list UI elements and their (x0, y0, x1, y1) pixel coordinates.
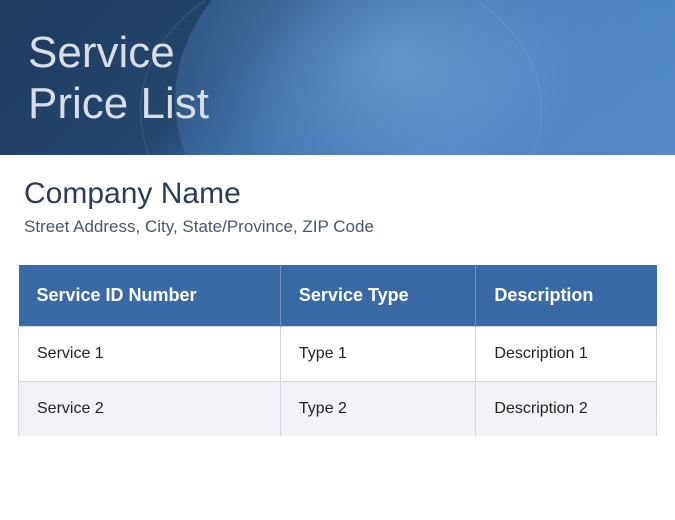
company-name: Company Name (24, 177, 651, 211)
cell-service-id: Service 2 (19, 382, 281, 437)
company-address: Street Address, City, State/Province, ZI… (24, 217, 651, 237)
col-service-id: Service ID Number (19, 265, 281, 327)
company-info: Company Name Street Address, City, State… (0, 155, 675, 265)
title-line-1: Service (28, 28, 209, 79)
title-line-2: Price List (28, 79, 209, 130)
cell-service-id: Service 1 (19, 327, 281, 382)
table-row: Service 1 Type 1 Description 1 (19, 327, 657, 382)
col-service-type: Service Type (280, 265, 476, 327)
document-header: Service Price List (0, 0, 675, 155)
cell-description: Description 1 (476, 327, 657, 382)
table-header-row: Service ID Number Service Type Descripti… (19, 265, 657, 327)
price-table-container: Service ID Number Service Type Descripti… (0, 265, 675, 436)
table-row: Service 2 Type 2 Description 2 (19, 382, 657, 437)
price-table: Service ID Number Service Type Descripti… (18, 265, 657, 436)
cell-description: Description 2 (476, 382, 657, 437)
cell-service-type: Type 1 (280, 327, 476, 382)
cell-service-type: Type 2 (280, 382, 476, 437)
document-title: Service Price List (28, 28, 209, 129)
col-description: Description (476, 265, 657, 327)
